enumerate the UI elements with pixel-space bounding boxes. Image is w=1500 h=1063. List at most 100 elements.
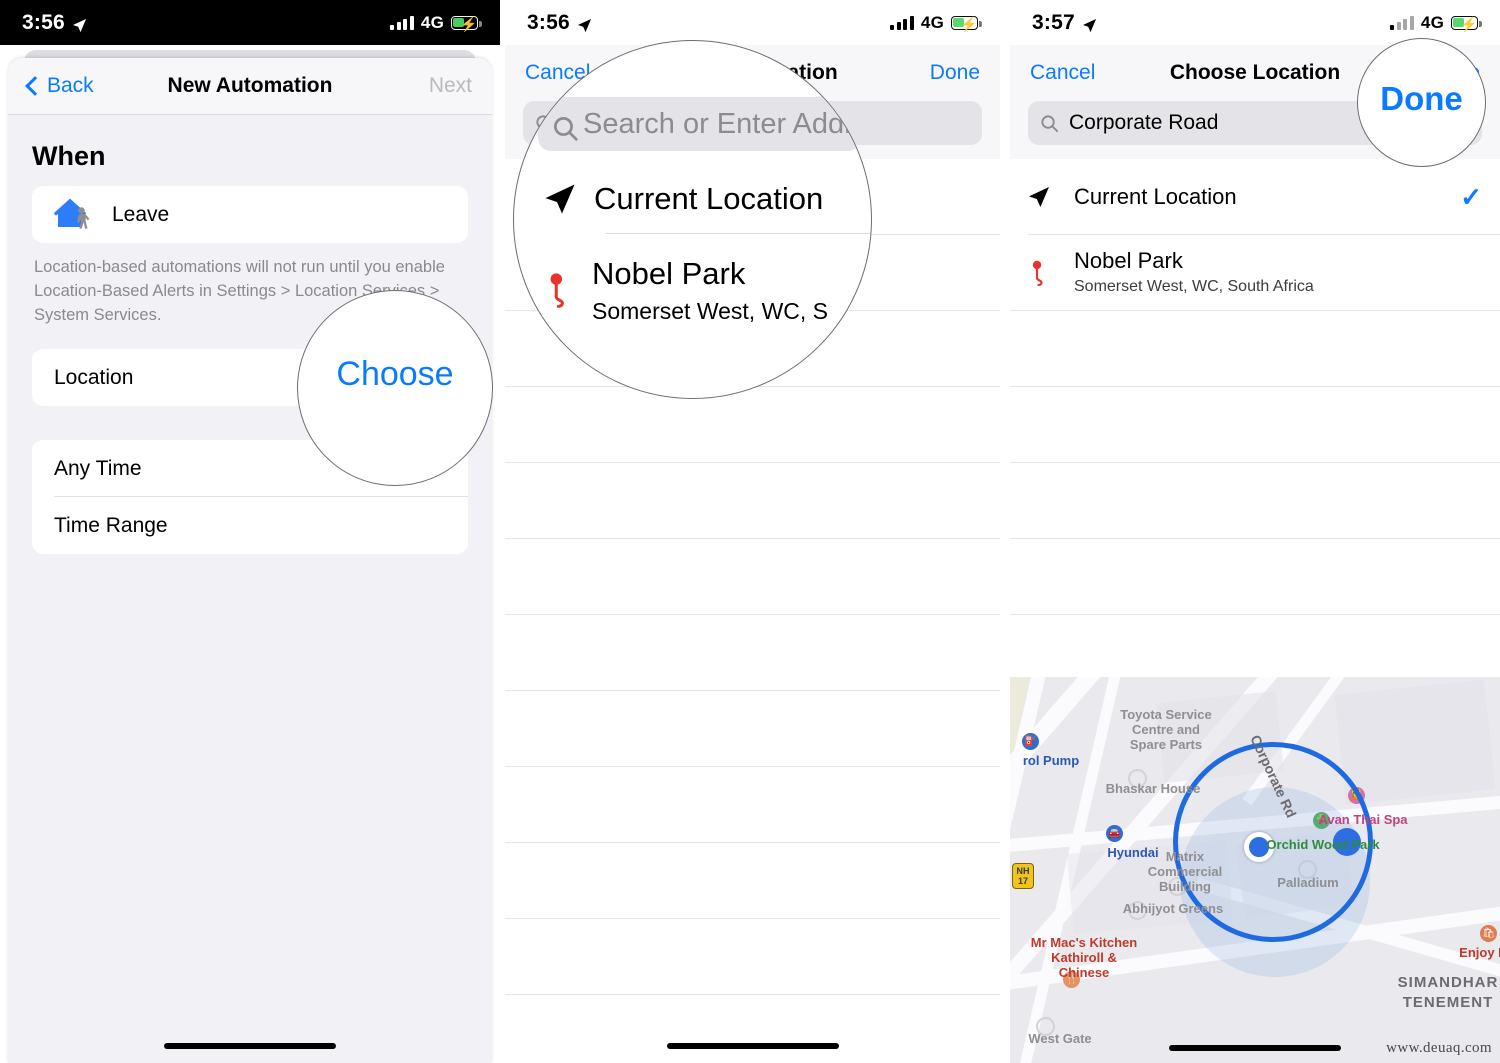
nav-wrap: Back New Automation Next	[8, 58, 492, 115]
map-label: Mr Mac's Kitchen Kathiroll & Chinese	[1030, 935, 1138, 980]
cellular-signal-icon	[390, 15, 414, 30]
map-label: Enjoy P	[1459, 945, 1500, 960]
list-item-text: Current Location	[1074, 184, 1237, 210]
section-heading-when: When	[32, 141, 106, 171]
map-label: Toyota Service Centre and Spare Parts	[1120, 707, 1212, 752]
magnifier-search-input[interactable]: Search or Enter Address	[538, 97, 861, 151]
magnifier-item-label: Nobel Park	[592, 256, 746, 291]
search-value: Corporate Road	[1069, 111, 1219, 134]
magnifier-item-current-location[interactable]: Current Location	[544, 181, 823, 217]
list-item[interactable]	[505, 463, 1000, 539]
cellular-signal-icon	[890, 15, 914, 30]
back-button-label: Back	[47, 74, 94, 97]
status-bar: 3:56 4G ⚡	[505, 0, 1000, 45]
row-separator	[505, 994, 1000, 995]
status-left: 3:56	[22, 11, 87, 35]
battery-charging-icon: ⚡	[451, 15, 482, 32]
home-indicator	[164, 1043, 336, 1049]
map-block	[1334, 679, 1496, 805]
list-item-nobel-park[interactable]: Nobel Park Somerset West, WC, South Afri…	[1010, 235, 1500, 311]
list-item-text: Nobel Park Somerset West, WC, South Afri…	[1074, 248, 1314, 298]
home-leave-icon	[54, 195, 98, 235]
watermark: www.deuaq.com	[1386, 1040, 1492, 1056]
battery-charging-icon: ⚡	[951, 15, 982, 32]
magnifier-item-label: Current Location	[594, 181, 824, 216]
search-icon	[552, 115, 578, 141]
location-arrow-icon	[545, 184, 575, 214]
poi-car-icon: 🚘	[1106, 825, 1123, 842]
trigger-card: Leave	[32, 186, 468, 243]
back-button[interactable]: Back	[25, 74, 94, 98]
status-left: 3:57	[1032, 11, 1097, 35]
cancel-button[interactable]: Cancel	[1030, 61, 1095, 85]
list-item[interactable]	[505, 919, 1000, 995]
list-item-title: Current Location	[1074, 184, 1237, 209]
list-item[interactable]	[1010, 539, 1500, 615]
map-label: Matrix Commercial Building	[1147, 849, 1223, 894]
list-item[interactable]	[505, 843, 1000, 919]
list-item[interactable]	[505, 539, 1000, 615]
status-right: 4G ⚡	[390, 12, 482, 33]
network-type-label: 4G	[920, 12, 944, 32]
results-list: Current Location ✓ Nobel Park Somerset W…	[1010, 159, 1500, 691]
status-bar: 3:56 4G ⚡	[0, 0, 500, 45]
map-label: Avan Thai Spa	[1318, 812, 1408, 827]
magnifier-item-sublabel: Somerset West, WC, S	[592, 298, 829, 324]
location-arrow-icon	[1082, 15, 1097, 33]
status-time: 3:56	[22, 10, 65, 34]
map-label: SIMANDHAR TENEMENT	[1397, 974, 1499, 1011]
navigation-bar: Back New Automation Next	[8, 58, 492, 114]
panel-gap	[1000, 0, 1005, 1063]
trigger-label: Leave	[112, 202, 170, 226]
location-arrow-icon	[1028, 186, 1074, 208]
time-option-label: Any Time	[54, 456, 142, 480]
location-arrow-icon	[72, 15, 87, 33]
map-pin-icon	[1028, 260, 1074, 286]
poi-shop-icon: 🛍	[1480, 925, 1497, 942]
map-label: West Gate	[1028, 1031, 1092, 1046]
poi-fuel-icon: ⛽	[1022, 733, 1039, 750]
list-item-current-location[interactable]: Current Location ✓	[1010, 159, 1500, 235]
screen-choose-location-empty: 3:56 4G ⚡ Cancel Choose Location Done	[505, 0, 1000, 1063]
next-button[interactable]: Next	[429, 74, 472, 98]
list-item[interactable]	[505, 387, 1000, 463]
list-item-title: Nobel Park	[1074, 248, 1183, 273]
list-item[interactable]	[1010, 311, 1500, 387]
map-pin-icon	[550, 273, 564, 308]
cellular-signal-icon	[1390, 15, 1414, 30]
magnifier-done-label[interactable]: Done	[1358, 80, 1485, 118]
list-item[interactable]	[505, 691, 1000, 767]
network-type-label: 4G	[420, 12, 444, 32]
trigger-row-leave[interactable]: Leave	[32, 186, 468, 243]
list-item[interactable]	[1010, 387, 1500, 463]
home-indicator	[666, 1043, 839, 1049]
magnifier-search-placeholder: Search or Enter Address	[583, 107, 861, 140]
map-label: Orchid Wood Park	[1266, 837, 1380, 852]
map-preview[interactable]: NH 17 ⛽ 🚘 🍴 💆 🌳 🛍 Toyota Service Centre a…	[1010, 677, 1500, 1063]
magnifier-item-nobel-park[interactable]: Nobel Park Somerset West, WC, S	[544, 256, 828, 325]
status-time: 3:57	[1032, 10, 1075, 34]
map-label: rol Pump	[1022, 753, 1080, 768]
list-item[interactable]	[505, 615, 1000, 691]
magnifier-item-text: Nobel Park Somerset West, WC, S	[592, 256, 828, 325]
list-item-subtitle: Somerset West, WC, South Africa	[1074, 278, 1314, 295]
screen-choose-location-filled: 3:57 4G ⚡ Cancel Choose Location Done	[1010, 0, 1500, 1063]
list-item[interactable]	[505, 767, 1000, 843]
time-option-time-range[interactable]: Time Range	[32, 497, 468, 554]
magnifier-choose-label[interactable]: Choose	[298, 355, 492, 394]
checkmark-icon: ✓	[1460, 181, 1482, 212]
map-label: Abhijyot Greens	[1122, 901, 1224, 916]
magnifier-row-separator	[606, 233, 871, 234]
done-button[interactable]: Done	[930, 61, 980, 85]
three-screenshot-tutorial: 3:56 4G ⚡ Back New Automation Next When …	[0, 0, 1500, 1063]
automation-sheet: Back New Automation Next When Leave Loca…	[8, 58, 492, 1063]
chevron-left-icon	[25, 76, 45, 96]
magnifier-search-results: Search or Enter Address Current Location…	[513, 40, 872, 399]
highway-shield-icon: NH 17	[1012, 863, 1034, 889]
list-item[interactable]	[1010, 463, 1500, 539]
status-right: 4G ⚡	[1390, 13, 1482, 33]
location-row-label: Location	[54, 365, 134, 389]
battery-charging-icon: ⚡	[1451, 15, 1482, 32]
status-time: 3:56	[527, 10, 570, 34]
time-option-label: Time Range	[54, 513, 168, 537]
